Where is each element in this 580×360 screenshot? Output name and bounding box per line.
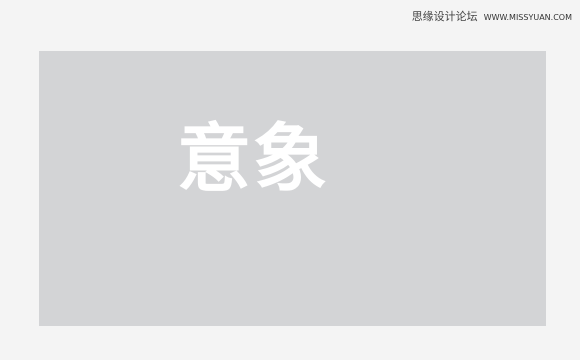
forum-name: 思缘设计论坛 bbox=[411, 10, 478, 23]
site-watermark: 思缘设计论坛 WWW.MISSYUAN.COM bbox=[412, 8, 572, 24]
artwork-text: 意象 bbox=[177, 116, 329, 202]
artwork-canvas: 意象 bbox=[39, 51, 546, 326]
site-url: WWW.MISSYUAN.COM bbox=[483, 13, 572, 22]
